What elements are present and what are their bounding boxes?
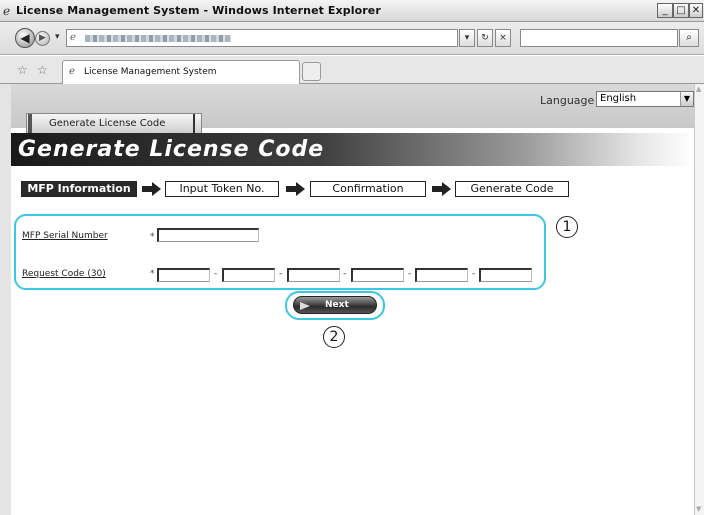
request-code-input-5[interactable]	[415, 268, 468, 282]
request-code-input-3[interactable]	[287, 268, 340, 282]
next-label: Next	[325, 300, 349, 310]
history-dropdown-icon[interactable]: ▾	[55, 32, 60, 42]
request-code-input-2[interactable]	[222, 268, 275, 282]
page-banner: Generate License Code	[11, 133, 694, 166]
stop-icon[interactable]: ×	[495, 29, 511, 47]
required-mark: *	[150, 269, 155, 279]
separator: -	[214, 269, 218, 279]
step-input-token: Input Token No.	[165, 181, 279, 197]
language-value: English	[600, 93, 637, 104]
language-select[interactable]: English ▼	[596, 91, 694, 107]
tab-bar: ☆ ☆ ℯ License Management System	[0, 56, 704, 84]
callout-2: 2	[323, 326, 345, 348]
request-code-label: Request Code (30)	[22, 269, 106, 279]
window-titlebar: ℯ License Management System - Windows In…	[0, 0, 704, 22]
request-code-input-4[interactable]	[351, 268, 404, 282]
address-dropdown-icon[interactable]: ▾	[459, 29, 475, 47]
tab-generate-license-code[interactable]: Generate License Code	[26, 113, 202, 134]
next-button[interactable]: Next	[293, 296, 377, 314]
new-tab-button[interactable]	[302, 62, 321, 81]
step-mfp-information: MFP Information	[21, 181, 137, 197]
required-mark: *	[150, 232, 155, 242]
mfp-serial-input[interactable]	[157, 228, 259, 242]
request-code-input-1[interactable]	[157, 268, 210, 282]
maximize-icon[interactable]: □	[673, 3, 689, 18]
page-title: Generate License Code	[18, 137, 325, 162]
tab-edge	[28, 114, 32, 134]
page-icon: ℯ	[70, 32, 76, 43]
callout-1: 1	[556, 216, 578, 238]
separator: -	[279, 269, 283, 279]
separator: -	[408, 269, 412, 279]
scroll-down-icon[interactable]: ▼	[696, 505, 701, 513]
step-arrow-icon	[142, 181, 162, 197]
address-input[interactable]: ℯ	[66, 29, 458, 47]
separator: -	[343, 269, 347, 279]
tab-label: License Management System	[84, 67, 217, 77]
scroll-up-icon[interactable]: ▲	[696, 85, 701, 93]
chevron-down-icon: ▼	[680, 92, 693, 106]
search-icon[interactable]: ⌕	[679, 29, 699, 47]
search-input[interactable]	[520, 29, 678, 47]
ie-logo-icon: ℯ	[3, 4, 11, 18]
request-code-input-6[interactable]	[479, 268, 532, 282]
favorites-star-icon[interactable]: ☆	[17, 63, 28, 77]
step-arrow-icon	[432, 181, 452, 197]
pointer-arrow-icon	[300, 302, 310, 310]
step-arrow-icon	[286, 181, 306, 197]
back-arrow-icon[interactable]: ◀	[15, 28, 35, 48]
separator: -	[472, 269, 476, 279]
step-confirmation: Confirmation	[310, 181, 426, 197]
tab-label: Generate License Code	[49, 118, 166, 129]
blurred-url	[85, 35, 231, 42]
window-title: License Management System - Windows Inte…	[16, 4, 381, 17]
close-icon[interactable]: ✕	[689, 3, 703, 18]
address-toolbar: ◀ ▶ ▾ ℯ ▾ ↻ × ⌕	[0, 22, 704, 55]
vertical-scrollbar[interactable]: ▲ ▼	[694, 84, 704, 515]
refresh-icon[interactable]: ↻	[477, 29, 493, 47]
tab-edge	[193, 114, 195, 134]
tab-license-management[interactable]: ℯ License Management System	[62, 60, 300, 84]
forward-arrow-icon[interactable]: ▶	[35, 31, 50, 46]
step-generate-code: Generate Code	[455, 181, 569, 197]
page-icon: ℯ	[69, 66, 75, 77]
minimize-icon[interactable]: _	[657, 3, 673, 18]
language-label: Language	[540, 94, 595, 107]
mfp-serial-label: MFP Serial Number	[22, 231, 108, 241]
add-favorites-icon[interactable]: ☆	[37, 63, 48, 77]
